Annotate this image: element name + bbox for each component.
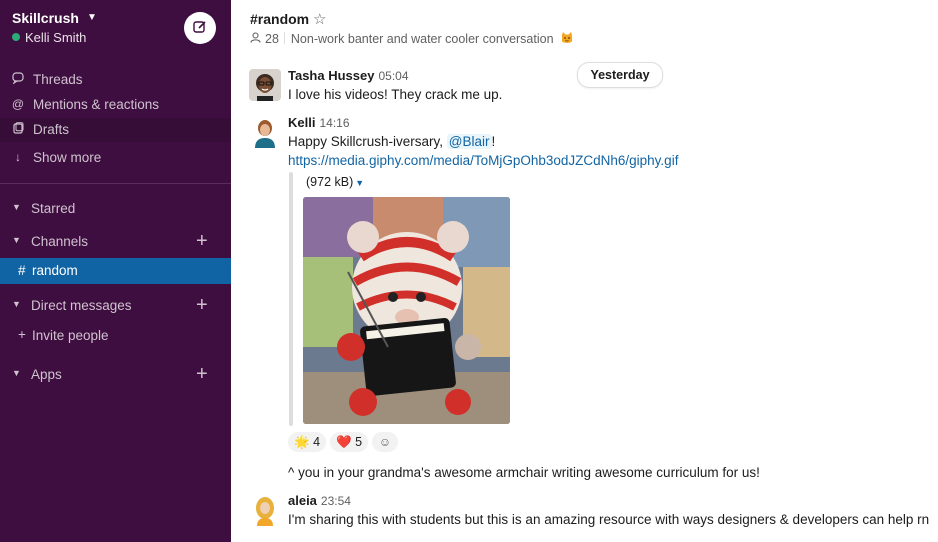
author-name[interactable]: Kelli xyxy=(288,115,315,130)
caret-down-icon[interactable]: ▼ xyxy=(12,299,21,309)
message-author[interactable]: aleia 23:54 xyxy=(288,493,351,508)
add-dm-icon[interactable]: + xyxy=(196,294,208,316)
caret-down-icon[interactable]: ▼ xyxy=(355,178,364,188)
avatar[interactable] xyxy=(249,116,281,148)
message-text: ^ you in your grandma's awesome armchair… xyxy=(288,465,760,480)
sidebar-item-threads[interactable]: Threads xyxy=(0,68,231,92)
section-starred[interactable]: ▼ Starred xyxy=(0,197,231,221)
current-user-name: Kelli Smith xyxy=(25,30,87,45)
hash-icon: # xyxy=(18,263,26,278)
section-label: Channels xyxy=(31,234,89,249)
sidebar-item-label: Mentions & reactions xyxy=(33,97,160,112)
gif-image[interactable] xyxy=(303,197,510,424)
meta-divider xyxy=(283,32,285,44)
message-text: I'm sharing this with students but this … xyxy=(288,512,930,527)
message-time[interactable]: 14:16 xyxy=(319,116,349,130)
sidebar-item-show-more[interactable]: ↓ Show more xyxy=(0,146,231,170)
author-name[interactable]: Tasha Hussey xyxy=(288,68,374,83)
reaction-star[interactable]: 🌟 4 xyxy=(288,432,327,452)
plus-icon: + xyxy=(18,327,26,342)
star-emoji-icon: 🌟 xyxy=(294,435,310,449)
section-direct-messages[interactable]: ▼ Direct messages + xyxy=(0,294,231,318)
channel-title[interactable]: #random xyxy=(250,11,309,27)
heart-emoji-icon: ❤️ xyxy=(336,435,352,449)
message-author[interactable]: Kelli 14:16 xyxy=(288,115,350,130)
presence-icon xyxy=(12,33,20,41)
section-label: Apps xyxy=(31,367,62,382)
member-count[interactable]: 28 xyxy=(265,32,279,46)
cat-emoji-icon xyxy=(560,31,574,45)
reaction-count: 5 xyxy=(355,435,363,449)
reaction-heart[interactable]: ❤️ 5 xyxy=(330,432,369,452)
arrow-down-icon: ↓ xyxy=(15,150,21,164)
caret-down-icon[interactable]: ▼ xyxy=(12,368,21,378)
channel-view: #random ☆ 28 Non-work banter and water co… xyxy=(231,0,938,542)
compose-button[interactable] xyxy=(184,12,216,44)
attachment-size-label: (972 kB) xyxy=(306,175,354,189)
invite-label: Invite people xyxy=(32,328,109,343)
caret-down-icon[interactable]: ▼ xyxy=(12,202,21,212)
add-app-icon[interactable]: + xyxy=(196,363,208,385)
sidebar-item-label: Threads xyxy=(33,72,83,87)
invite-people-link[interactable]: + Invite people xyxy=(0,324,231,348)
channel-meta: 28 Non-work banter and water cooler conve… xyxy=(250,31,574,46)
star-icon[interactable]: ☆ xyxy=(313,10,326,28)
avatar[interactable] xyxy=(249,494,281,526)
add-channel-icon[interactable]: + xyxy=(196,230,208,252)
message-author[interactable]: Tasha Hussey 05:04 xyxy=(288,68,409,83)
add-reaction-button[interactable]: ☺ xyxy=(372,432,399,452)
message-text: Happy Skillcrush-iversary, @Blair! xyxy=(288,134,495,149)
sidebar-item-random[interactable]: # random xyxy=(0,258,231,284)
text-after: ! xyxy=(491,134,496,149)
compose-icon xyxy=(193,21,206,33)
sidebar-item-label: Drafts xyxy=(33,122,70,137)
channel-name: random xyxy=(32,263,78,278)
section-label: Starred xyxy=(31,201,76,216)
sidebar-item-drafts[interactable]: Drafts xyxy=(0,118,231,142)
sidebar-divider xyxy=(0,183,231,184)
drafts-icon xyxy=(11,122,25,136)
sidebar-item-mentions[interactable]: @ Mentions & reactions xyxy=(0,93,231,117)
current-user: Kelli Smith xyxy=(12,30,86,45)
day-divider-button[interactable]: Yesterday xyxy=(577,62,663,88)
avatar[interactable] xyxy=(249,69,281,101)
section-label: Direct messages xyxy=(31,298,132,313)
at-icon: @ xyxy=(11,97,25,111)
text-before: Happy Skillcrush-iversary, xyxy=(288,134,447,149)
section-channels[interactable]: ▼ Channels + xyxy=(0,230,231,254)
attachment-size[interactable]: (972 kB) ▼ xyxy=(306,175,364,189)
gif-link[interactable]: https://media.giphy.com/media/ToMjGpOhb3… xyxy=(288,153,678,168)
caret-down-icon[interactable]: ▼ xyxy=(12,235,21,245)
message-time[interactable]: 23:54 xyxy=(321,494,351,508)
sidebar: Skillcrush ▼ Kelli Smith Threads @ Menti… xyxy=(0,0,231,542)
sidebar-item-label: Show more xyxy=(33,150,102,165)
author-name[interactable]: aleia xyxy=(288,493,317,508)
member-icon[interactable] xyxy=(250,32,262,46)
reaction-count: 4 xyxy=(313,435,321,449)
add-reaction-icon: ☺ xyxy=(378,435,392,449)
section-apps[interactable]: ▼ Apps + xyxy=(0,363,231,387)
reactions-bar: 🌟 4 ❤️ 5 ☺ xyxy=(288,432,399,454)
workspace-name[interactable]: Skillcrush xyxy=(12,10,79,26)
chevron-down-icon[interactable]: ▼ xyxy=(87,12,97,23)
threads-icon xyxy=(11,72,25,86)
attachment-bar xyxy=(289,172,293,426)
message-text: I love his videos! They crack me up. xyxy=(288,87,503,102)
user-mention[interactable]: @Blair xyxy=(446,134,492,149)
channel-topic: Non-work banter and water cooler convers… xyxy=(290,32,554,46)
message-time[interactable]: 05:04 xyxy=(378,69,408,83)
